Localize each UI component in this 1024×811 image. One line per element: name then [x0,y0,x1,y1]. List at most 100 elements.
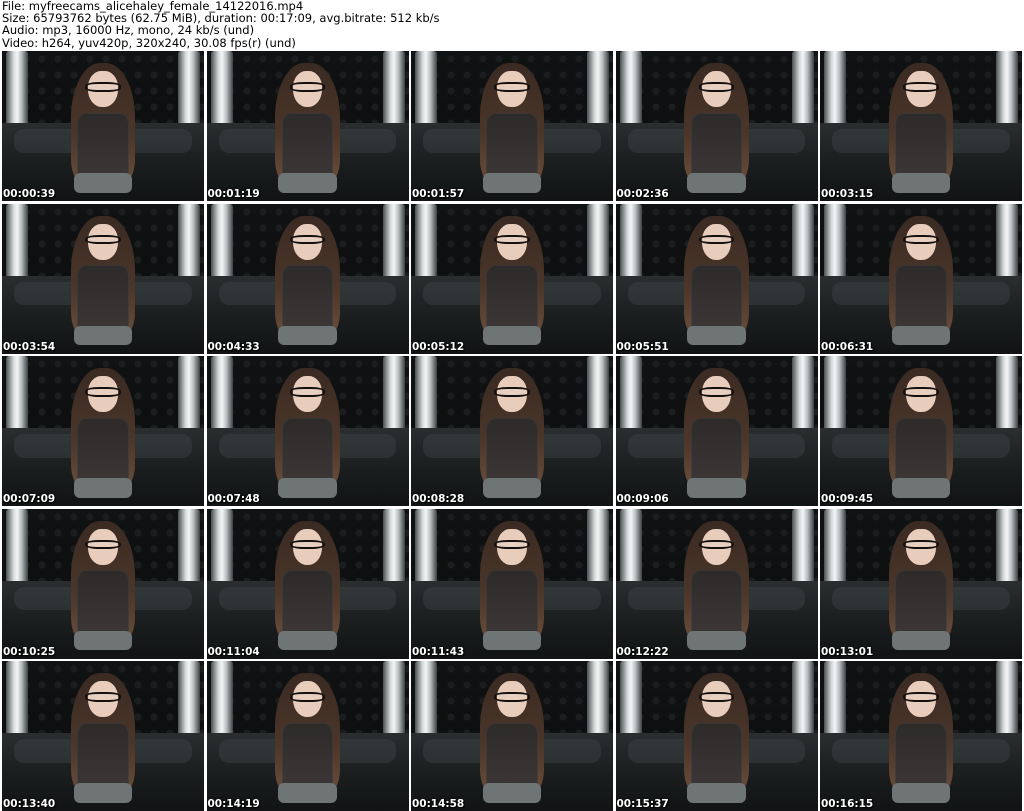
glasses-icon [85,234,121,245]
video-frame-thumbnail: 00:13:40 [2,661,204,811]
glasses-icon [85,692,121,702]
shirt [486,570,538,637]
person-figure [676,215,757,354]
glasses-icon [494,387,530,397]
shirt [895,722,947,789]
frame-timestamp: 00:07:48 [207,493,260,505]
skirt [891,478,951,498]
video-frame-thumbnail: 00:10:25 [2,508,204,659]
glasses-icon [289,82,326,92]
skirt [73,630,133,651]
person-figure [881,673,962,811]
glasses-icon [494,82,530,92]
frame-timestamp: 00:07:09 [3,493,56,505]
skirt [278,478,337,498]
shirt [77,417,129,484]
shirt [895,265,947,332]
person-figure [881,520,962,659]
video-frame-thumbnail: 00:01:19 [206,51,409,201]
skirt [687,630,746,651]
frame-timestamp: 00:10:25 [3,645,56,658]
shirt [281,112,334,179]
shirt [77,722,129,789]
video-frame-thumbnail: 00:12:22 [615,508,818,659]
shirt [77,112,129,179]
video-frame-thumbnail: 00:03:54 [2,203,204,354]
skirt [73,478,133,498]
person-figure [63,215,144,354]
frame-timestamp: 00:05:51 [616,340,669,353]
person-figure [472,215,553,354]
glasses-icon [903,82,939,92]
shirt [895,570,947,637]
shirt [895,112,947,179]
glasses-icon [903,387,939,397]
shirt [486,112,538,179]
glasses-icon [698,692,735,702]
glasses-icon [698,539,735,550]
frame-timestamp: 00:16:15 [821,798,874,810]
glasses-icon [289,387,326,397]
video-frame-thumbnail: 00:01:57 [411,51,613,201]
skirt [73,325,133,346]
glasses-icon [289,539,326,550]
person-figure [472,63,553,201]
frame-timestamp: 00:12:22 [616,645,669,658]
glasses-icon [85,539,121,550]
frame-timestamp: 00:01:19 [207,188,260,200]
glasses-icon [903,692,939,702]
frame-timestamp: 00:00:39 [3,188,56,200]
video-frame-thumbnail: 00:16:15 [820,661,1022,811]
person-figure [63,368,144,506]
frame-timestamp: 00:09:06 [616,493,669,505]
frame-timestamp: 00:08:28 [412,493,465,505]
shirt [690,722,743,789]
frame-timestamp: 00:11:43 [412,645,465,658]
skirt [73,783,133,803]
skirt [687,478,746,498]
video-frame-thumbnail: 00:04:33 [206,203,409,354]
frame-timestamp: 00:14:19 [207,798,260,810]
video-frame-thumbnail: 00:02:36 [615,51,818,201]
shirt [486,722,538,789]
glasses-icon [85,82,121,92]
video-frame-thumbnail: 00:05:12 [411,203,613,354]
glasses-icon [494,692,530,702]
skirt [482,173,542,193]
video-frame-thumbnail: 00:06:31 [820,203,1022,354]
video-frame-thumbnail: 00:13:01 [820,508,1022,659]
shirt [690,570,743,637]
video-frame-thumbnail: 00:11:04 [206,508,409,659]
video-frame-thumbnail: 00:11:43 [411,508,613,659]
video-frame-thumbnail: 00:07:48 [206,356,409,506]
shirt [77,265,129,332]
glasses-icon [903,234,939,245]
video-frame-thumbnail: 00:08:28 [411,356,613,506]
video-frame-thumbnail: 00:07:09 [2,356,204,506]
shirt [690,265,743,332]
glasses-icon [289,692,326,702]
audio-info-line: Audio: mp3, 16000 Hz, mono, 24 kb/s (und… [2,23,255,38]
skirt [482,630,542,651]
shirt [690,112,743,179]
frame-timestamp: 00:13:40 [3,798,56,810]
video-frame-thumbnail: 00:09:06 [615,356,818,506]
glasses-icon [698,234,735,245]
glasses-icon [494,234,530,245]
video-frame-thumbnail: 00:09:45 [820,356,1022,506]
skirt [482,325,542,346]
frame-timestamp: 00:03:15 [821,188,874,200]
frame-timestamp: 00:15:37 [616,798,669,810]
person-figure [676,63,757,201]
shirt [281,570,334,637]
contact-sheet: File: myfreecams_alicehaley_female_14122… [0,0,1024,811]
video-frame-thumbnail: 00:14:58 [411,661,613,811]
person-figure [676,673,757,811]
thumbnail-grid: 00:00:39 00:01:19 00:01:57 00:02:36 00:03:15… [2,51,1022,811]
person-figure [267,368,348,506]
person-figure [676,368,757,506]
glasses-icon [903,539,939,550]
person-figure [267,520,348,659]
glasses-icon [289,234,326,245]
shirt [486,265,538,332]
